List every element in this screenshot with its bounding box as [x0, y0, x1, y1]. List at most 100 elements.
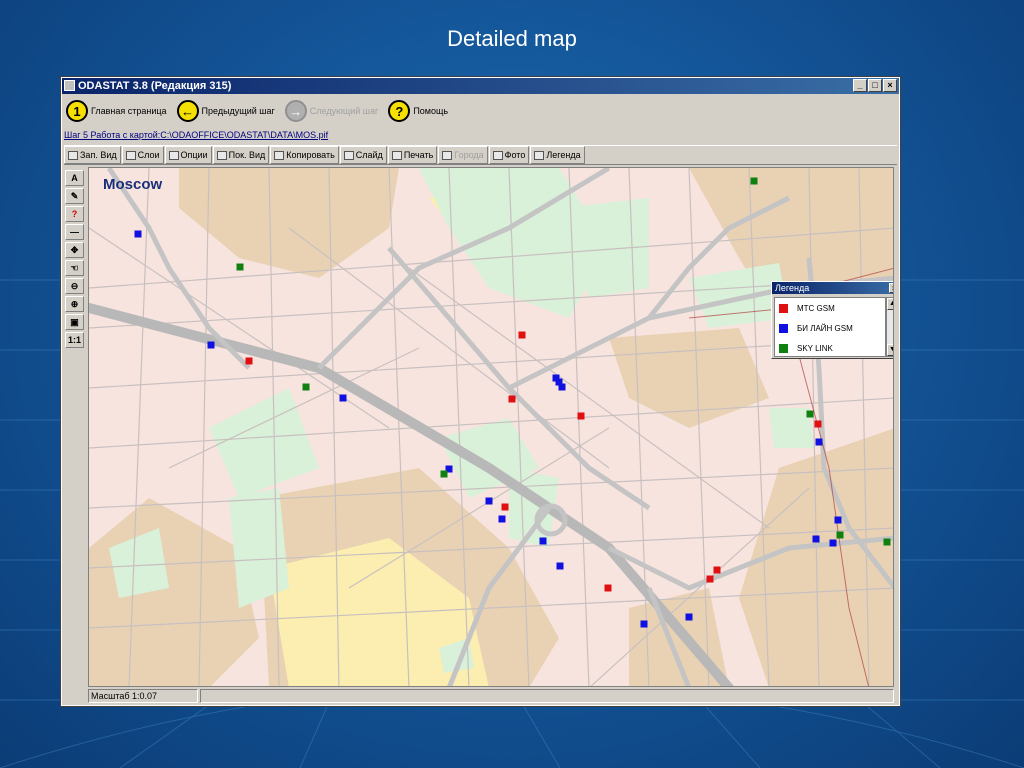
- scroll-up-arrow[interactable]: ▲: [887, 298, 893, 310]
- screen-tool[interactable]: ▣: [65, 314, 84, 330]
- slide-title: Detailed map: [447, 26, 577, 51]
- prev-step-button[interactable]: ← Предыдущий шаг: [176, 100, 275, 122]
- green-station-marker[interactable]: [883, 538, 891, 546]
- legend-list: МТС GSM БИ ЛАЙН GSM SKY LINK: [774, 297, 886, 357]
- red-station-marker[interactable]: [713, 566, 721, 574]
- red-station-marker[interactable]: [245, 357, 253, 365]
- toolbar-button-0[interactable]: Зап. Вид: [64, 146, 121, 164]
- street-map[interactable]: [89, 168, 894, 687]
- green-station-marker[interactable]: [302, 383, 310, 391]
- red-station-marker[interactable]: [501, 503, 509, 511]
- hand-tool[interactable]: ☜: [65, 260, 84, 276]
- blue-station-marker[interactable]: [829, 539, 837, 547]
- blue-station-marker[interactable]: [485, 497, 493, 505]
- toolbar-icon: [125, 150, 136, 160]
- toolbar-icon: [391, 150, 402, 160]
- close-button[interactable]: ×: [883, 79, 897, 92]
- line-tool[interactable]: —: [65, 224, 84, 240]
- scroll-down-arrow[interactable]: ▼: [887, 344, 893, 356]
- toolbar-icon: [534, 150, 545, 160]
- green-station-marker[interactable]: [440, 470, 448, 478]
- legend-scrollbar[interactable]: ▲ ▼: [886, 297, 893, 357]
- toolbar-label: Города: [454, 150, 484, 160]
- window-titlebar: ODASTAT 3.8 (Редакция 315) _ □ ×: [62, 78, 899, 94]
- toolbar-icon: [68, 150, 78, 160]
- blue-station-marker[interactable]: [207, 341, 215, 349]
- legend-row[interactable]: МТС GSM: [775, 298, 885, 318]
- blue-station-marker[interactable]: [815, 438, 823, 446]
- legend-row[interactable]: SKY LINK: [775, 338, 885, 358]
- window-controls: _ □ ×: [853, 79, 897, 92]
- legend-title: Легенда: [775, 283, 810, 293]
- blue-station-marker[interactable]: [498, 515, 506, 523]
- blue-station-marker[interactable]: [134, 230, 142, 238]
- minimize-button[interactable]: _: [853, 79, 867, 92]
- toolbar-label: Копировать: [286, 150, 335, 160]
- home-label: Главная страница: [91, 106, 167, 116]
- toolbar-button-4[interactable]: Копировать: [270, 146, 339, 164]
- blue-station-marker[interactable]: [834, 516, 842, 524]
- pen-tool[interactable]: ✎: [65, 188, 84, 204]
- blue-station-marker[interactable]: [558, 383, 566, 391]
- actual-size-tool[interactable]: 1:1: [65, 332, 84, 348]
- legend-label: МТС GSM: [797, 303, 835, 313]
- blue-station-marker[interactable]: [640, 620, 648, 628]
- help-label: Помощь: [413, 106, 449, 116]
- legend-window[interactable]: Легенда × МТС GSM БИ ЛАЙН GSM SKY LINK ▲ ▼: [771, 281, 893, 359]
- legend-swatch: [779, 303, 788, 313]
- info-tool[interactable]: ?: [65, 206, 84, 222]
- red-station-marker[interactable]: [706, 575, 714, 583]
- toolbar-button-3[interactable]: Пок. Вид: [212, 146, 270, 164]
- blue-station-marker[interactable]: [685, 613, 693, 621]
- green-station-marker[interactable]: [836, 531, 844, 539]
- toolbar-button-7[interactable]: Города: [438, 146, 488, 164]
- toolbar-icon: [492, 150, 503, 160]
- text-tool[interactable]: A: [65, 170, 84, 186]
- help-button[interactable]: ? Помощь: [388, 100, 448, 122]
- home-button[interactable]: 1 Главная страница: [66, 100, 167, 122]
- maximize-button[interactable]: □: [868, 79, 882, 92]
- toolbar-button-1[interactable]: Слои: [121, 146, 164, 164]
- arrow-right-icon: →: [284, 100, 307, 122]
- toolbar-button-9[interactable]: Легенда: [530, 146, 585, 164]
- legend-close-button[interactable]: ×: [889, 283, 893, 293]
- next-step-button[interactable]: → Следующий шаг: [284, 100, 379, 122]
- window-title: ODASTAT 3.8 (Редакция 315): [78, 80, 232, 92]
- red-station-marker[interactable]: [518, 331, 526, 339]
- blue-station-marker[interactable]: [556, 562, 564, 570]
- legend-titlebar: Легенда ×: [772, 282, 893, 294]
- toolbar-label: Зап. Вид: [80, 150, 117, 160]
- toolbar-icon: [442, 150, 453, 160]
- toolbar-label: Пок. Вид: [228, 150, 266, 160]
- red-station-marker[interactable]: [577, 412, 585, 420]
- toolbar-label: Фото: [504, 150, 526, 160]
- blue-station-marker[interactable]: [339, 394, 347, 402]
- red-station-marker[interactable]: [814, 420, 822, 428]
- zoom-in-tool[interactable]: ⊕: [65, 296, 84, 312]
- app-window: ODASTAT 3.8 (Редакция 315) _ □ × 1 Главн…: [60, 76, 901, 707]
- toolbar-button-5[interactable]: Слайд: [339, 146, 387, 164]
- green-station-marker[interactable]: [236, 263, 244, 271]
- toolbar-button-2[interactable]: Опции: [164, 146, 212, 164]
- legend-label: БИ ЛАЙН GSM: [797, 323, 853, 333]
- blue-station-marker[interactable]: [812, 535, 820, 543]
- legend-row[interactable]: БИ ЛАЙН GSM: [775, 318, 885, 338]
- blue-station-marker[interactable]: [539, 537, 547, 545]
- zoom-out-tool[interactable]: ⊖: [65, 278, 84, 294]
- toolbar-icon: [216, 150, 227, 160]
- step-one-icon: 1: [66, 100, 88, 122]
- red-station-marker[interactable]: [604, 584, 612, 592]
- question-icon: ?: [388, 100, 411, 122]
- app-icon: [64, 80, 75, 91]
- toolbar-button-8[interactable]: Фото: [488, 146, 530, 164]
- current-path-link[interactable]: Шаг 5 Работа с картой:C:\ODAOFFICE\ODAST…: [64, 130, 328, 140]
- map-tool-palette: A ✎? — ✥ ☜ ⊖ ⊕ ▣ 1:1: [65, 170, 85, 690]
- red-station-marker[interactable]: [508, 395, 516, 403]
- toolbar-button-6[interactable]: Печать: [387, 146, 438, 164]
- green-station-marker[interactable]: [750, 177, 758, 185]
- green-station-marker[interactable]: [806, 410, 814, 418]
- map-canvas[interactable]: Moscow Легенда × МТС GSM БИ ЛАЙН GSM SKY L…: [88, 167, 894, 687]
- next-step-label: Следующий шаг: [309, 106, 379, 116]
- pan-tool[interactable]: ✥: [65, 242, 84, 258]
- toolbar-label: Опции: [180, 150, 208, 160]
